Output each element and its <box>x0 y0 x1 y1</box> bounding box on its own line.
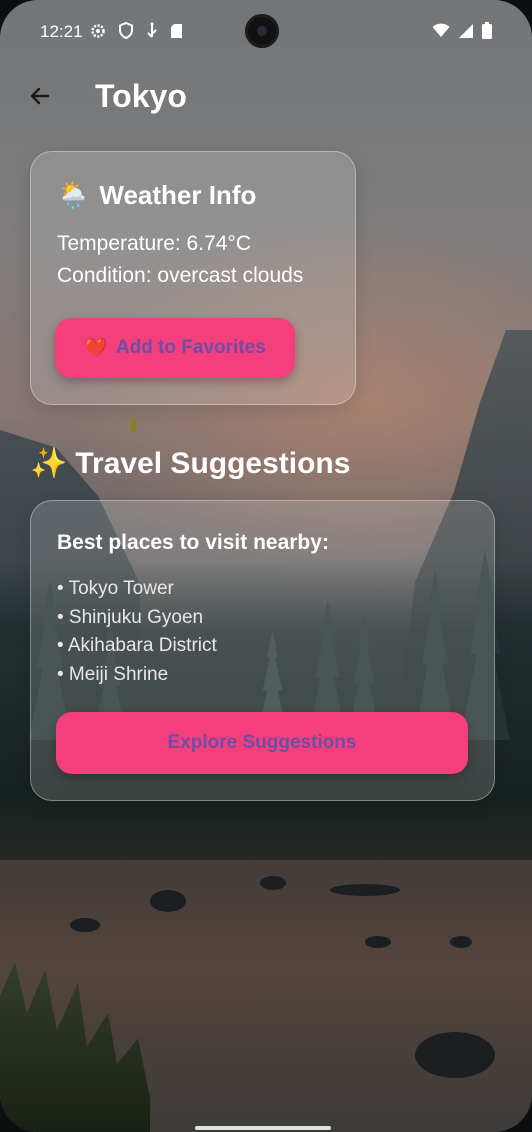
heart-icon: ❤️ <box>84 338 108 359</box>
sparkles-icon: ✨ <box>30 447 68 480</box>
add-to-favorites-label: Add to Favorites <box>115 337 266 358</box>
device-screen: 12:21 Tokyo 🌦️ Weather Info Temperature:… <box>0 0 532 1132</box>
front-camera <box>245 14 279 48</box>
arrow-back-icon <box>28 84 52 113</box>
signal-icon <box>458 23 474 44</box>
list-item: • Shinjuku Gyoen <box>57 606 204 628</box>
cloud-rain-sun-icon: 🌦️ <box>57 180 90 210</box>
shield-icon <box>118 21 134 44</box>
travel-suggestions-label: Travel Suggestions <box>75 446 351 480</box>
explore-suggestions-label: Explore Suggestions <box>167 732 357 753</box>
add-to-favorites-button[interactable]: ❤️ Add to Favorites <box>55 318 295 378</box>
suggestions-card: Best places to visit nearby: • Tokyo Tow… <box>30 500 495 801</box>
sd-card-icon <box>170 23 183 44</box>
wifi-icon <box>432 23 450 43</box>
list-item: • Tokyo Tower <box>57 578 174 599</box>
suggestions-card-heading: Best places to visit nearby: <box>57 531 329 554</box>
page-title: Tokyo <box>95 78 187 114</box>
list-item: • Akihabara District <box>57 635 217 656</box>
temperature-text: Temperature: 6.74°C <box>57 232 251 255</box>
weather-info-card: 🌦️ Weather Info Temperature: 6.74°C Cond… <box>30 151 356 405</box>
places-list: • Tokyo Tower • Shinjuku Gyoen • Akihaba… <box>57 575 217 689</box>
weather-title-label: Weather Info <box>99 180 257 210</box>
small-marker <box>131 418 136 432</box>
home-indicator[interactable] <box>195 1126 331 1130</box>
status-time: 12:21 <box>40 22 83 41</box>
condition-text: Condition: overcast clouds <box>57 264 304 287</box>
battery-icon <box>482 22 492 44</box>
weather-card-title: 🌦️ Weather Info <box>57 180 256 211</box>
status-icons-left <box>90 21 183 44</box>
travel-suggestions-heading: ✨ Travel Suggestions <box>30 446 350 481</box>
explore-suggestions-button[interactable]: Explore Suggestions <box>56 712 468 774</box>
list-item: • Meiji Shrine <box>57 663 169 685</box>
back-button[interactable] <box>22 80 58 116</box>
status-icons-right <box>432 22 492 44</box>
usb-icon <box>146 22 158 44</box>
app-bar: Tokyo <box>0 70 532 126</box>
gear-icon <box>90 23 106 44</box>
status-bar: 12:21 <box>0 0 532 62</box>
